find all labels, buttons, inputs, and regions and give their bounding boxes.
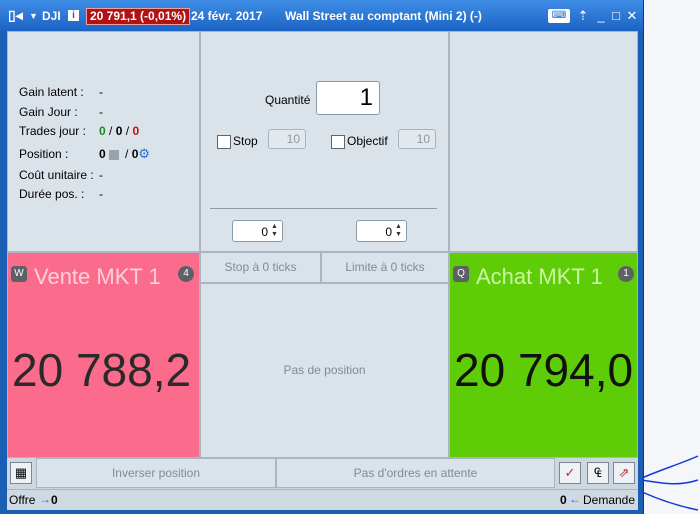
objectif-checkbox[interactable] — [331, 135, 345, 149]
price-change-badge: 20 791,1 (-0,01%) — [86, 8, 191, 25]
gain-latent-label: Gain latent : — [19, 85, 84, 99]
limit-ticks-button[interactable]: Limite à 0 ticks — [321, 252, 449, 283]
objectif-input[interactable]: 10 — [398, 129, 436, 149]
offer-value: 0 — [51, 493, 58, 507]
duree-pos-label: Durée pos. : — [19, 187, 85, 201]
window-icon[interactable]: ▯◂ — [8, 7, 23, 24]
spinner-arrows-icon[interactable]: ▲ ▼ — [269, 223, 280, 239]
pin-icon[interactable]: ⇡ — [576, 9, 590, 23]
title-bar: ▯◂ ▼ DJI i 20 791,1 (-0,01%) 24 févr. 20… — [0, 0, 643, 31]
minimize-icon[interactable]: _ — [594, 9, 608, 23]
trades-winning: 0 — [99, 124, 106, 138]
buy-shortcut-badge: Q — [453, 266, 469, 282]
duree-pos-value: - — [99, 187, 103, 201]
divider — [210, 208, 437, 209]
maximize-icon[interactable]: □ — [609, 9, 623, 23]
stop-checkbox[interactable] — [217, 135, 231, 149]
stop-input[interactable]: 10 — [268, 129, 306, 149]
objectif-label: Objectif — [347, 134, 388, 148]
annotation-scribble — [641, 455, 699, 511]
limit-offset-spinner[interactable]: 0 ▲ ▼ — [356, 220, 407, 242]
status-bar: Offre → 0 0 ← Demande — [7, 489, 638, 510]
sell-shortcut-badge: W — [11, 266, 27, 282]
offer-label: Offre — [9, 493, 36, 507]
cout-unitaire-value: - — [99, 168, 103, 182]
position-value: 0 — [99, 147, 106, 161]
gear-icon[interactable]: ⚙ — [138, 146, 150, 161]
quantity-input[interactable]: 1 — [316, 81, 380, 115]
stop-label: Stop — [233, 134, 258, 148]
chart-icon[interactable]: ✓ — [559, 462, 581, 484]
demand-value: 0 — [560, 493, 567, 507]
date-label: 24 févr. 2017 — [191, 9, 263, 23]
info-icon[interactable]: i — [68, 10, 79, 21]
spinner-value: 0 — [385, 225, 392, 239]
separator: / — [125, 147, 129, 161]
separator: / — [109, 124, 113, 138]
position-status: Pas de position — [200, 283, 449, 458]
content-panel: Gain latent : - Gain Jour : - Trades jour … — [7, 31, 638, 507]
cout-unitaire-label: Coût unitaire : — [19, 168, 94, 182]
buy-price: 20 794,0 — [454, 344, 634, 396]
buy-market-button[interactable]: Q Achat MKT 1 1 20 794,0 — [449, 252, 638, 458]
instrument-label: Wall Street au comptant (Mini 2) (-) — [285, 9, 482, 23]
trades-total: 0 — [115, 124, 123, 138]
quantity-label: Quantité — [265, 93, 311, 107]
offer-arrow-icon: → — [39, 492, 51, 506]
sell-title: Vente MKT 1 — [34, 264, 161, 289]
close-icon[interactable]: ✕ — [625, 9, 639, 23]
trading-window: ▯◂ ▼ DJI i 20 791,1 (-0,01%) 24 févr. 20… — [0, 0, 644, 514]
keyboard-icon[interactable]: ⌨ — [548, 9, 570, 23]
ladder-icon[interactable]: ⇗ — [613, 462, 635, 484]
trades-jour-label: Trades jour : — [19, 124, 86, 138]
reverse-position-button[interactable]: Inverser position — [36, 458, 276, 488]
position-info-panel: Gain latent : - Gain Jour : - Trades jour … — [7, 31, 200, 252]
gain-jour-value: - — [99, 105, 103, 119]
demand-arrow-icon: ← — [569, 492, 581, 506]
stop-offset-spinner[interactable]: 0 ▲ ▼ — [232, 220, 283, 242]
sell-market-button[interactable]: W Vente MKT 1 4 20 788,2 — [7, 252, 200, 458]
spinner-arrows-icon[interactable]: ▲ ▼ — [393, 223, 404, 239]
buy-title: Achat MKT 1 — [476, 264, 603, 289]
sell-price: 20 788,2 — [12, 344, 192, 396]
demand-label: Demande — [583, 493, 636, 507]
trades-losing: 0 — [132, 124, 140, 138]
close-position-icon[interactable] — [108, 149, 119, 160]
right-info-panel — [449, 31, 638, 252]
link-icon[interactable]: ₠ — [587, 462, 609, 484]
separator: / — [125, 124, 130, 138]
symbol-label: DJI — [42, 9, 61, 23]
spinner-value: 0 — [261, 225, 268, 239]
dropdown-arrow-icon[interactable]: ▼ — [29, 11, 38, 21]
stop-ticks-button[interactable]: Stop à 0 ticks — [200, 252, 321, 283]
buy-count-badge: 1 — [618, 266, 634, 282]
gain-latent-value: - — [99, 85, 103, 99]
pending-orders-status: Pas d'ordres en attente — [276, 458, 555, 488]
position-label: Position : — [19, 147, 69, 161]
sell-count-badge: 4 — [178, 266, 194, 282]
layout-grid-icon[interactable]: ▦ — [10, 462, 32, 484]
gain-jour-label: Gain Jour : — [19, 105, 78, 119]
